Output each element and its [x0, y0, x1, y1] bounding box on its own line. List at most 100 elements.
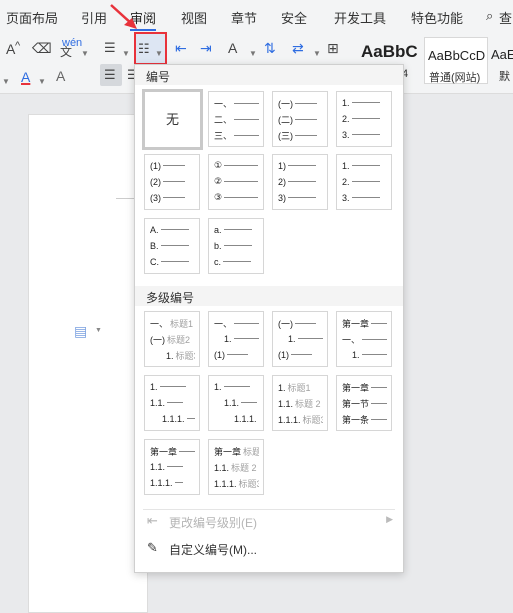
multilevel-line: [234, 323, 259, 324]
numbering-marker: (3): [150, 192, 161, 203]
numbering-line: [351, 134, 380, 136]
chevron-down-icon[interactable]: ▼: [249, 46, 257, 62]
numbering-preview-row: 2.: [342, 113, 387, 127]
numbering-option[interactable]: ① ② ③: [208, 154, 264, 210]
menu-special[interactable]: 特色功能: [411, 8, 463, 27]
multilevel-line: [174, 482, 183, 484]
numbering-preview-row: (2): [150, 176, 195, 190]
numbering-option[interactable]: a. b. c.: [208, 218, 264, 274]
multilevel-marker: 第一章: [342, 319, 370, 329]
change-level-menu-item[interactable]: ⇤ 更改编号级别(E) ▶: [135, 508, 403, 534]
char-shading-icon[interactable]: A: [56, 68, 65, 84]
numbering-preview-row: 1): [278, 160, 323, 174]
multilevel-preview-row: 第一条: [342, 413, 387, 427]
style-default[interactable]: AaE 默: [490, 37, 513, 84]
search-icon[interactable]: ⌕: [486, 8, 493, 24]
increase-indent-icon[interactable]: ⇥: [200, 40, 212, 56]
spacing-icon[interactable]: ⇄: [292, 40, 304, 56]
numbering-line: [295, 119, 317, 120]
custom-numbering-menu-item[interactable]: ✎ 自定义编号(M)...: [135, 535, 403, 561]
multilevel-preview-row: 1.1.1.: [234, 413, 259, 427]
numbering-line: [223, 229, 252, 231]
multilevel-option[interactable]: 1. 1.1. 1.1.1.: [208, 375, 264, 431]
multilevel-heading-text: 标题 2: [231, 463, 257, 473]
multilevel-option[interactable]: 第一章标题1 1.1.标题 2 1.1.1.标题3: [208, 439, 264, 495]
numbering-option[interactable]: 1) 2) 3): [272, 154, 328, 210]
numbering-line: [223, 261, 252, 263]
chevron-down-icon[interactable]: ▼: [2, 74, 10, 90]
numbering-line: [223, 245, 252, 247]
multilevel-option[interactable]: (一) 1. (1): [272, 311, 328, 367]
menu-developer[interactable]: 开发工具: [334, 8, 386, 27]
numbering-marker: 二、: [214, 115, 233, 125]
numbering-preview-row: (三): [278, 129, 323, 143]
numbering-option[interactable]: 一、 二、 三、: [208, 91, 264, 147]
numbering-preview-row: C.: [150, 256, 195, 270]
char-scale-icon[interactable]: A: [228, 40, 237, 56]
numbering-line: [160, 245, 189, 247]
menu-search[interactable]: 查: [499, 8, 512, 27]
numbering-preview-row: 二、: [214, 113, 259, 127]
numbering-line: [351, 102, 380, 104]
multilevel-preview-row: 1.1.: [224, 397, 259, 411]
chevron-down-icon[interactable]: ▼: [313, 46, 321, 62]
font-color-icon[interactable]: A: [21, 69, 30, 85]
numbering-option[interactable]: 1. 2. 3.: [336, 154, 392, 210]
sort-icon[interactable]: ⇅: [264, 40, 276, 56]
multilevel-option[interactable]: 1. 1.1. 1.1.1.: [144, 375, 200, 431]
multilevel-marker: 1.: [352, 349, 360, 360]
menu-view[interactable]: 视图: [181, 8, 207, 27]
multilevel-option[interactable]: 第一章一、 1.: [336, 311, 392, 367]
multilevel-marker: 1.1.: [150, 461, 166, 472]
multilevel-marker: 1.1.: [214, 462, 230, 473]
multilevel-line: [361, 354, 387, 356]
multilevel-marker: 1.1.: [278, 398, 294, 409]
multilevel-preview-row: 1. 标题1: [278, 381, 323, 395]
numbering-marker: 2.: [342, 113, 350, 124]
numbering-option[interactable]: 1. 2. 3.: [336, 91, 392, 147]
multilevel-option[interactable]: 第一章 第一节 第一条: [336, 375, 392, 431]
multilevel-marker: (一): [278, 319, 293, 329]
numbering-option[interactable]: (1) (2) (3): [144, 154, 200, 210]
numbering-marker: c.: [214, 256, 222, 267]
numbering-section-title: 编号: [135, 65, 403, 85]
multilevel-marker: 第一章: [342, 383, 370, 393]
numbering-preview-row: 三、: [214, 129, 259, 143]
numbering-line: [295, 103, 317, 104]
numbering-marker: (1): [150, 160, 161, 171]
multilevel-preview-row: 1.1.1.: [150, 477, 195, 491]
document-page[interactable]: [28, 114, 148, 613]
multilevel-line: [371, 403, 387, 404]
multilevel-preview-row: 1.: [214, 381, 259, 395]
border-icon[interactable]: ⊞: [327, 40, 339, 56]
numbering-dropdown: 编号 无 一、 二、 三、 (一) (二) (三) 1. 2. 3. (1) (2) (3) ① ② ③ 1)…: [134, 64, 404, 573]
numbering-option[interactable]: (一) (二) (三): [272, 91, 328, 147]
chevron-down-icon[interactable]: ▼: [38, 74, 46, 90]
multilevel-marker: (1): [278, 349, 289, 360]
menu-security[interactable]: 安全: [281, 8, 307, 27]
multilevel-preview-row: 1.1.1.标题3: [278, 413, 323, 427]
multilevel-option[interactable]: 1.标题11.1.标题 21.1.1.标题3: [272, 375, 328, 431]
style-normal-web[interactable]: AaBbCcD 普通(网站): [424, 37, 488, 84]
multilevel-preview-row: 1.: [224, 333, 259, 347]
multilevel-preview-row: 第一章: [342, 381, 387, 395]
multilevel-line: [227, 354, 248, 356]
decrease-indent-icon[interactable]: ⇤: [175, 40, 187, 56]
style-preview: AaBbC: [361, 42, 418, 61]
multilevel-option[interactable]: 一、 1. (1): [208, 311, 264, 367]
menu-section[interactable]: 章节: [231, 8, 257, 27]
numbering-marker: 1): [278, 160, 287, 171]
paragraph-icon[interactable]: ▤: [74, 323, 87, 340]
numbering-marker: 2): [278, 176, 287, 187]
numbering-marker: (三): [278, 131, 293, 141]
multilevel-marker: 第一条: [342, 415, 370, 425]
multilevel-marker: 第一章: [214, 447, 242, 457]
numbering-marker: (一): [278, 99, 293, 109]
multilevel-option[interactable]: 一、标题1 (一)标题2 1.标题3: [144, 311, 200, 367]
chevron-down-icon[interactable]: ▼: [95, 327, 102, 334]
multilevel-option[interactable]: 第一章 1.1. 1.1.1.: [144, 439, 200, 495]
numbering-none-option[interactable]: 无: [142, 89, 203, 150]
multilevel-line: [179, 451, 195, 452]
multilevel-preview-row: 一、: [342, 333, 387, 347]
numbering-option[interactable]: A. B. C.: [144, 218, 200, 274]
